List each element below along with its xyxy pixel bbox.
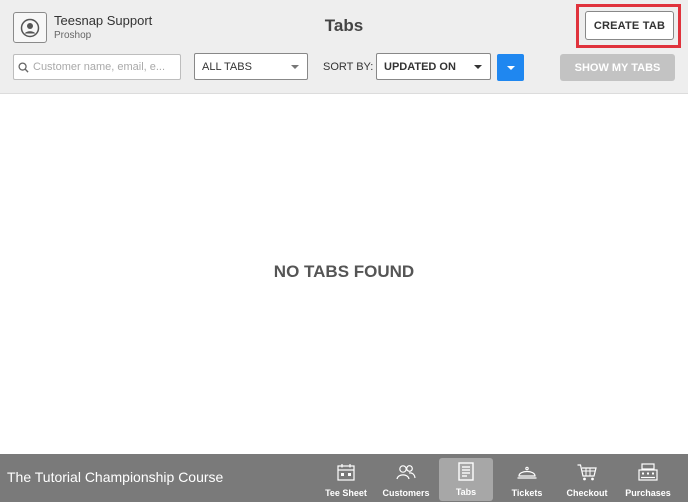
cloche-icon — [516, 461, 538, 483]
chevron-down-icon — [291, 65, 299, 69]
receipt-icon — [456, 460, 476, 482]
nav-customers[interactable]: Customers — [378, 459, 434, 499]
nav-label: Customers — [382, 488, 430, 498]
bottom-nav-bar: The Tutorial Championship Course Tee She… — [0, 454, 688, 502]
caret-down-icon — [506, 65, 515, 70]
calendar-icon — [336, 461, 356, 483]
search-icon — [18, 61, 29, 73]
show-my-tabs-button[interactable]: SHOW MY TABS — [560, 54, 675, 81]
tab-filter-select[interactable]: ALL TABS — [194, 53, 308, 80]
search-input[interactable] — [33, 61, 177, 73]
user-role: Proshop — [54, 30, 92, 41]
nav-label: Tickets — [511, 488, 543, 498]
sort-direction-button[interactable] — [497, 54, 524, 81]
nav-tabs[interactable]: Tabs — [439, 458, 493, 501]
nav-label: Purchases — [625, 488, 671, 498]
nav-tee-sheet[interactable]: Tee Sheet — [320, 459, 372, 499]
header: Teesnap Support Proshop Tabs CREATE TAB … — [0, 0, 688, 94]
nav-tickets[interactable]: Tickets — [502, 459, 552, 499]
sort-by-label: SORT BY: — [323, 61, 374, 73]
cart-icon — [576, 461, 598, 483]
app: Teesnap Support Proshop Tabs CREATE TAB … — [0, 0, 688, 502]
nav-label: Tabs — [455, 487, 477, 497]
user-avatar[interactable] — [13, 12, 47, 43]
nav-label: Tee Sheet — [325, 488, 367, 498]
sort-value: UPDATED ON — [384, 60, 456, 73]
nav-label: Checkout — [566, 488, 608, 498]
tab-filter-value: ALL TABS — [202, 60, 252, 73]
user-name: Teesnap Support — [54, 13, 153, 28]
sort-select[interactable]: UPDATED ON — [376, 53, 491, 80]
empty-state-message: NO TABS FOUND — [273, 262, 415, 281]
register-icon — [637, 461, 659, 483]
chevron-down-icon — [474, 65, 482, 69]
search-box[interactable] — [13, 54, 181, 80]
people-icon — [395, 461, 417, 483]
course-name: The Tutorial Championship Course — [7, 469, 224, 485]
nav-checkout[interactable]: Checkout — [562, 459, 612, 499]
user-icon — [20, 18, 40, 37]
create-tab-button[interactable]: CREATE TAB — [585, 11, 674, 40]
nav-purchases[interactable]: Purchases — [622, 459, 674, 499]
